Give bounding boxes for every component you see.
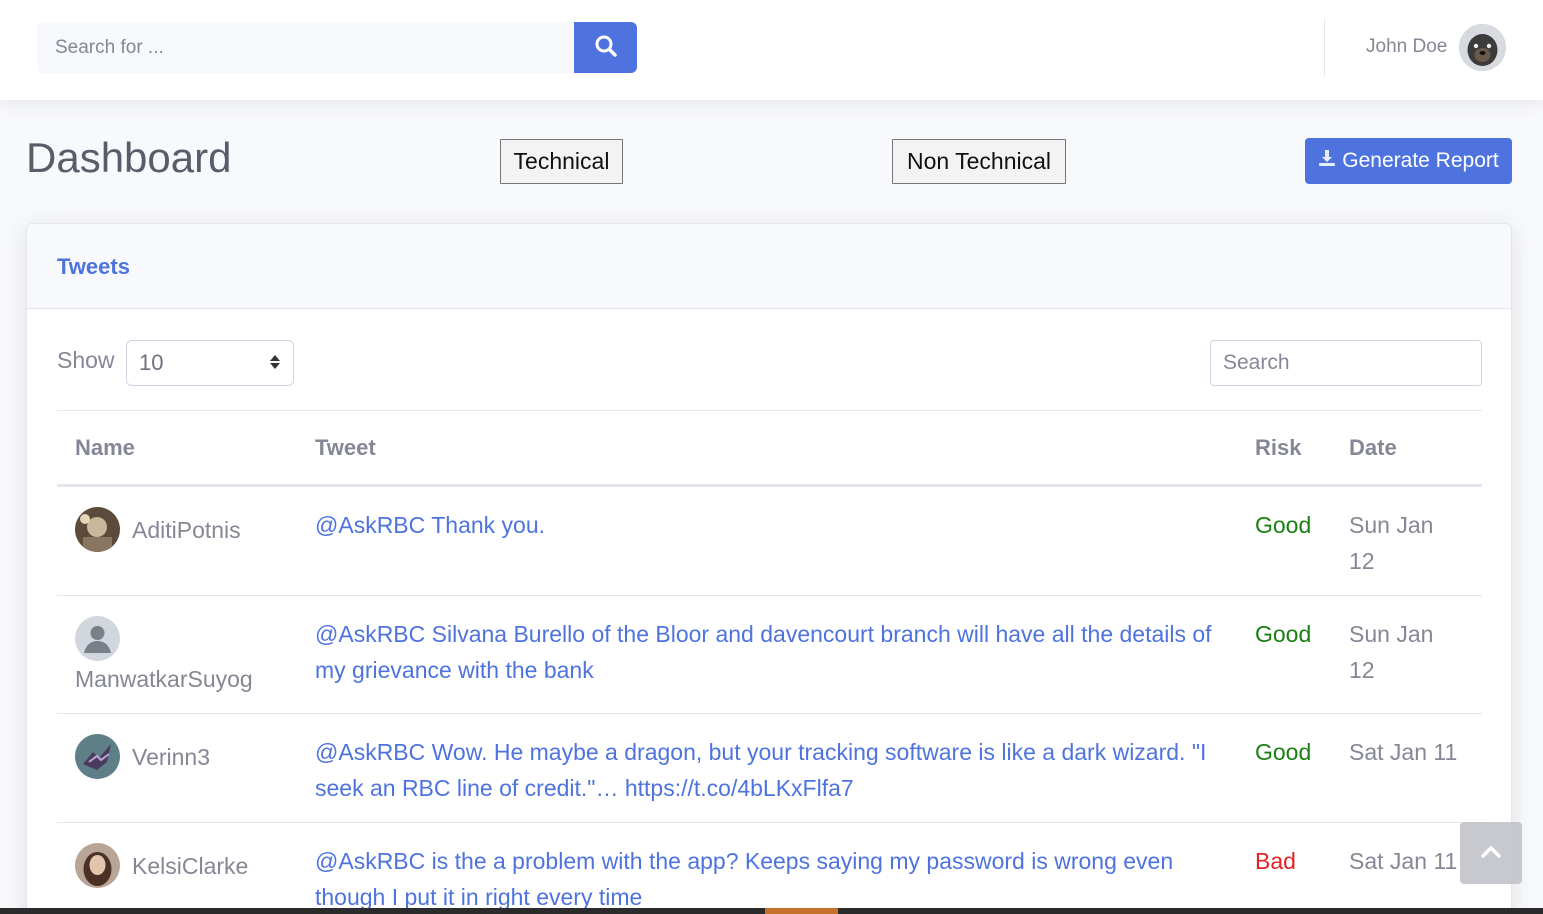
show-entries-label: Show (57, 347, 115, 373)
avatar (75, 616, 120, 661)
column-header-name[interactable]: Name (57, 410, 297, 487)
user-name-cell: ManwatkarSuyog (75, 666, 253, 692)
download-icon (1318, 149, 1336, 173)
technical-button[interactable]: Technical (500, 139, 623, 184)
table-row: KelsiClarke @AskRBC is the a problem wit… (57, 822, 1482, 914)
chevron-up-icon (1481, 844, 1501, 863)
non-technical-button[interactable]: Non Technical (892, 139, 1066, 184)
search-button[interactable] (574, 22, 637, 73)
bottom-strip-accent (765, 908, 838, 914)
tweet-link[interactable]: @AskRBC Wow. He maybe a dragon, but your… (315, 739, 1206, 801)
avatar (75, 734, 120, 779)
user-name-cell: Verinn3 (132, 743, 211, 770)
tweet-link[interactable]: @AskRBC Thank you. (315, 512, 545, 538)
user-name-cell: AditiPotnis (132, 516, 241, 543)
tweets-card: Tweets Show 10 Name Tweet Risk Date (26, 223, 1512, 914)
search-icon (594, 34, 618, 61)
avatar (75, 507, 120, 552)
topbar-search (37, 22, 637, 73)
show-entries-select[interactable]: 10 (126, 340, 294, 386)
column-header-date[interactable]: Date (1331, 410, 1482, 487)
risk-badge: Good (1237, 595, 1331, 714)
table-row: Verinn3 @AskRBC Wow. He maybe a dragon, … (57, 713, 1482, 823)
tweets-table: Name Tweet Risk Date AditiPotnis @AskRBC… (57, 410, 1482, 914)
risk-badge: Good (1237, 485, 1331, 596)
card-title: Tweets (57, 254, 130, 279)
sort-updown-icon (269, 350, 281, 376)
date-cell: Sat Jan 11 (1331, 713, 1482, 823)
table-row: ManwatkarSuyog @AskRBC Silvana Burello o… (57, 595, 1482, 714)
date-cell: Sun Jan 12 (1331, 595, 1482, 714)
topbar-divider (1324, 19, 1325, 76)
column-header-tweet[interactable]: Tweet (297, 410, 1237, 487)
table-search-input[interactable] (1210, 340, 1482, 386)
user-name[interactable]: John Doe (1366, 36, 1447, 58)
generate-report-button[interactable]: Generate Report (1305, 138, 1512, 184)
table-row: AditiPotnis @AskRBC Thank you. Good Sun … (57, 485, 1482, 596)
tweet-link[interactable]: @AskRBC Silvana Burello of the Bloor and… (315, 621, 1212, 683)
page-title: Dashboard (26, 134, 232, 181)
avatar (75, 843, 120, 888)
user-cell: KelsiClarke (75, 843, 279, 888)
user-cell: Verinn3 (75, 734, 279, 779)
scroll-to-top-button[interactable] (1460, 822, 1522, 884)
search-input[interactable] (37, 22, 574, 73)
user-cell: AditiPotnis (75, 507, 279, 552)
user-avatar[interactable] (1459, 24, 1506, 71)
show-entries-value: 10 (139, 350, 164, 375)
user-name-cell: KelsiClarke (132, 852, 249, 879)
risk-badge: Good (1237, 713, 1331, 823)
card-header: Tweets (27, 224, 1511, 309)
generate-report-label: Generate Report (1342, 149, 1499, 172)
tweet-link[interactable]: @AskRBC is the a problem with the app? K… (315, 848, 1173, 910)
user-cell: ManwatkarSuyog (75, 616, 279, 697)
column-header-risk[interactable]: Risk (1237, 410, 1331, 487)
date-cell: Sun Jan 12 (1331, 485, 1482, 596)
topbar: John Doe (0, 0, 1543, 100)
risk-badge: Bad (1237, 822, 1331, 914)
